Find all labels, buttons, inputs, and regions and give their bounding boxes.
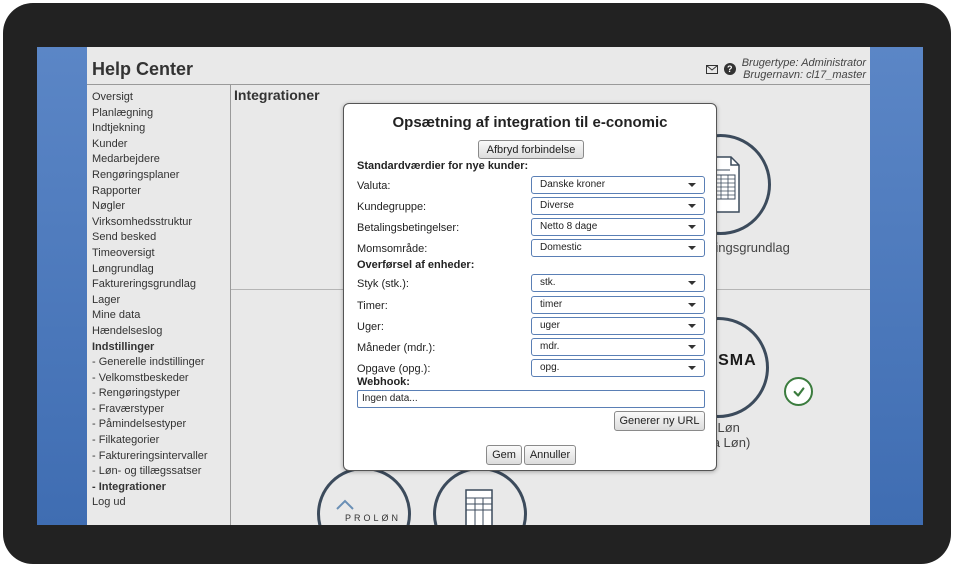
chevron-down-icon <box>688 303 696 307</box>
maaneder-select[interactable]: mdr. <box>531 338 705 356</box>
momsomraade-select[interactable]: Domestic <box>531 239 705 257</box>
sidebar-divider <box>230 85 231 525</box>
field-label-styk: Styk (stk.): <box>357 278 409 290</box>
help-icon[interactable]: ? <box>723 63 736 75</box>
sidebar-item[interactable]: Rapporter <box>92 184 232 200</box>
sidebar-item[interactable]: Indtjekning <box>92 121 232 137</box>
section-webhook-heading: Webhook: <box>357 376 410 388</box>
sidebar-item[interactable]: Oversigt <box>92 90 232 106</box>
spreadsheet-icon <box>465 489 493 525</box>
user-type: Brugertype: Administrator <box>741 57 866 69</box>
field-label-uger: Uger: <box>357 321 384 333</box>
opgave-value: opg. <box>540 362 560 373</box>
chevron-down-icon <box>688 345 696 349</box>
sidebar-item[interactable]: Planlægning <box>92 106 232 122</box>
integration-setup-dialog: Opsætning af integration til e-conomic A… <box>343 103 717 471</box>
device-frame: Help Center ? Brugertype: Administrator … <box>3 3 951 564</box>
valuta-select[interactable]: Danske kroner <box>531 176 705 194</box>
chevron-down-icon <box>688 204 696 208</box>
sidebar-subitem[interactable]: - Påmindelsestyper <box>92 417 232 433</box>
user-info: Brugertype: Administrator Brugernavn: cl… <box>742 57 866 81</box>
webhook-field[interactable]: Ingen data... <box>357 390 705 408</box>
generate-url-button[interactable]: Generer ny URL <box>614 411 705 431</box>
app-window: Help Center ? Brugertype: Administrator … <box>87 47 870 525</box>
field-label-timer: Timer: <box>357 300 388 312</box>
user-name: Brugernavn: cl17_master <box>743 69 866 81</box>
sidebar-item[interactable]: Faktureringsgrundlag <box>92 277 232 293</box>
timer-value: timer <box>540 299 563 310</box>
sidebar-item[interactable]: Løngrundlag <box>92 262 232 278</box>
chevron-down-icon <box>688 324 696 328</box>
field-label-kundegruppe: Kundegruppe: <box>357 201 427 213</box>
webhook-value: Ingen data... <box>362 393 418 404</box>
maaneder-value: mdr. <box>540 341 560 352</box>
disconnect-button[interactable]: Afbryd forbindelse <box>478 140 584 159</box>
checkmark-icon <box>784 377 813 406</box>
sidebar-subitem[interactable]: - Velkomstbeskeder <box>92 371 232 387</box>
desktop-background-left <box>37 47 87 525</box>
sidebar: Oversigt Planlægning Indtjekning Kunder … <box>92 90 232 511</box>
sidebar-subitem[interactable]: - Faktureringsintervaller <box>92 449 232 465</box>
styk-value: stk. <box>540 277 556 288</box>
header-right: ? Brugertype: Administrator Brugernavn: … <box>705 57 866 81</box>
dialog-title: Opsætning af integration til e-conomic <box>392 114 668 131</box>
momsomraade-value: Domestic <box>540 242 582 253</box>
mail-icon[interactable] <box>705 64 718 74</box>
chevron-down-icon <box>688 225 696 229</box>
cancel-button[interactable]: Annuller <box>524 445 576 465</box>
sidebar-item[interactable]: Kunder <box>92 137 232 153</box>
sidebar-item[interactable]: Send besked <box>92 230 232 246</box>
spreadsheet-tile[interactable] <box>433 467 527 525</box>
field-label-maaneder: Måneder (mdr.): <box>357 342 436 354</box>
kundegruppe-value: Diverse <box>540 200 574 211</box>
sidebar-logout[interactable]: Log ud <box>92 495 232 511</box>
uger-select[interactable]: uger <box>531 317 705 335</box>
app-title: Help Center <box>92 59 194 79</box>
sidebar-subitem-integrationer[interactable]: - Integrationer <box>92 480 232 496</box>
sidebar-item[interactable]: Hændelseslog <box>92 324 232 340</box>
kundegruppe-select[interactable]: Diverse <box>531 197 705 215</box>
save-button[interactable]: Gem <box>486 445 522 465</box>
sidebar-settings-header[interactable]: Indstillinger <box>92 340 232 356</box>
chevron-down-icon <box>688 281 696 285</box>
sidebar-subitem[interactable]: - Løn- og tillægssatser <box>92 464 232 480</box>
sidebar-item[interactable]: Timeoversigt <box>92 246 232 262</box>
field-label-valuta: Valuta: <box>357 180 391 192</box>
sidebar-subitem[interactable]: - Filkategorier <box>92 433 232 449</box>
sidebar-item[interactable]: Lager <box>92 293 232 309</box>
screen: Help Center ? Brugertype: Administrator … <box>37 47 923 525</box>
prolon-logo: PROLØN <box>345 513 402 523</box>
field-label-betalingsbetingelser: Betalingsbetingelser: <box>357 222 460 234</box>
sidebar-subitem[interactable]: - Rengøringstyper <box>92 386 232 402</box>
chevron-down-icon <box>688 366 696 370</box>
field-label-opgave: Opgave (opg.): <box>357 363 431 375</box>
page-title: Integrationer <box>234 87 320 103</box>
sidebar-subitem[interactable]: - Generelle indstillinger <box>92 355 232 371</box>
header-divider <box>87 84 870 85</box>
desktop-background-right <box>870 47 923 525</box>
section-defaults-heading: Standardværdier for nye kunder: <box>357 160 529 172</box>
timer-select[interactable]: timer <box>531 296 705 314</box>
field-label-momsomraade: Momsområde: <box>357 243 428 255</box>
chevron-down-icon <box>688 246 696 250</box>
sidebar-item[interactable]: Mine data <box>92 308 232 324</box>
sidebar-item[interactable]: Virksomhedsstruktur <box>92 215 232 231</box>
betalingsbetingelser-value: Netto 8 dage <box>540 221 598 232</box>
chevron-down-icon <box>688 183 696 187</box>
prolon-logo-icon <box>336 499 354 510</box>
uger-value: uger <box>540 320 561 331</box>
section-units-heading: Overførsel af enheder: <box>357 259 475 271</box>
sidebar-item[interactable]: Medarbejdere <box>92 152 232 168</box>
opgave-select[interactable]: opg. <box>531 359 705 377</box>
sidebar-item[interactable]: Nøgler <box>92 199 232 215</box>
valuta-value: Danske kroner <box>540 179 606 190</box>
sidebar-item[interactable]: Rengøringsplaner <box>92 168 232 184</box>
betalingsbetingelser-select[interactable]: Netto 8 dage <box>531 218 705 236</box>
styk-select[interactable]: stk. <box>531 274 705 292</box>
sidebar-subitem[interactable]: - Fraværstyper <box>92 402 232 418</box>
